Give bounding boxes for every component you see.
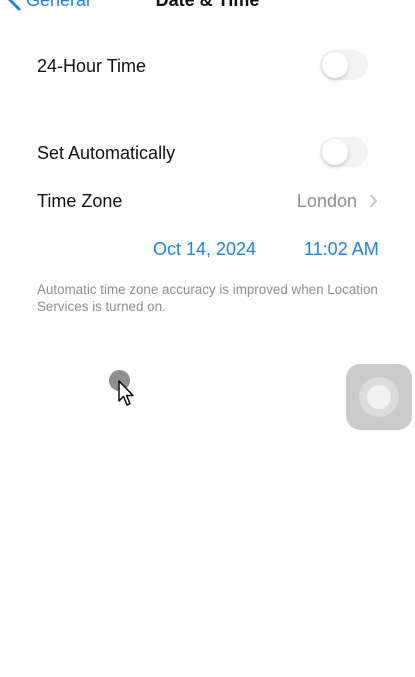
toggle-knob [322,52,348,78]
chevron-right-icon [370,194,377,208]
navigation-bar: General Date & Time [0,0,415,12]
set-automatically-label: Set Automatically [37,143,176,163]
hour24-toggle[interactable] [320,50,368,80]
time-zone-row[interactable]: Time Zone London [0,179,415,223]
hour24-label: 24-Hour Time [37,56,147,76]
date-time-row: Oct 14, 2024 11:02 AM [0,227,415,271]
time-zone-value-button[interactable]: London [297,179,378,223]
assistive-touch-icon [359,377,399,417]
set-automatically-row: Set Automatically [0,131,415,175]
time-picker-button[interactable]: 11:02 AM [304,227,379,271]
assistive-touch-button[interactable] [346,364,412,430]
time-zone-label: Time Zone [37,191,123,211]
toggle-knob [322,139,348,165]
time-zone-value: London [296,190,357,211]
set-automatically-toggle[interactable] [320,137,368,167]
page-title: Date & Time [155,0,260,10]
assistive-touch-core [367,385,391,409]
hour24-row: 24-Hour Time [0,44,415,88]
location-services-footnote: Automatic time zone accuracy is improved… [37,282,378,314]
date-picker-button[interactable]: Oct 14, 2024 [153,227,256,271]
mouse-pointer-icon [118,380,134,406]
